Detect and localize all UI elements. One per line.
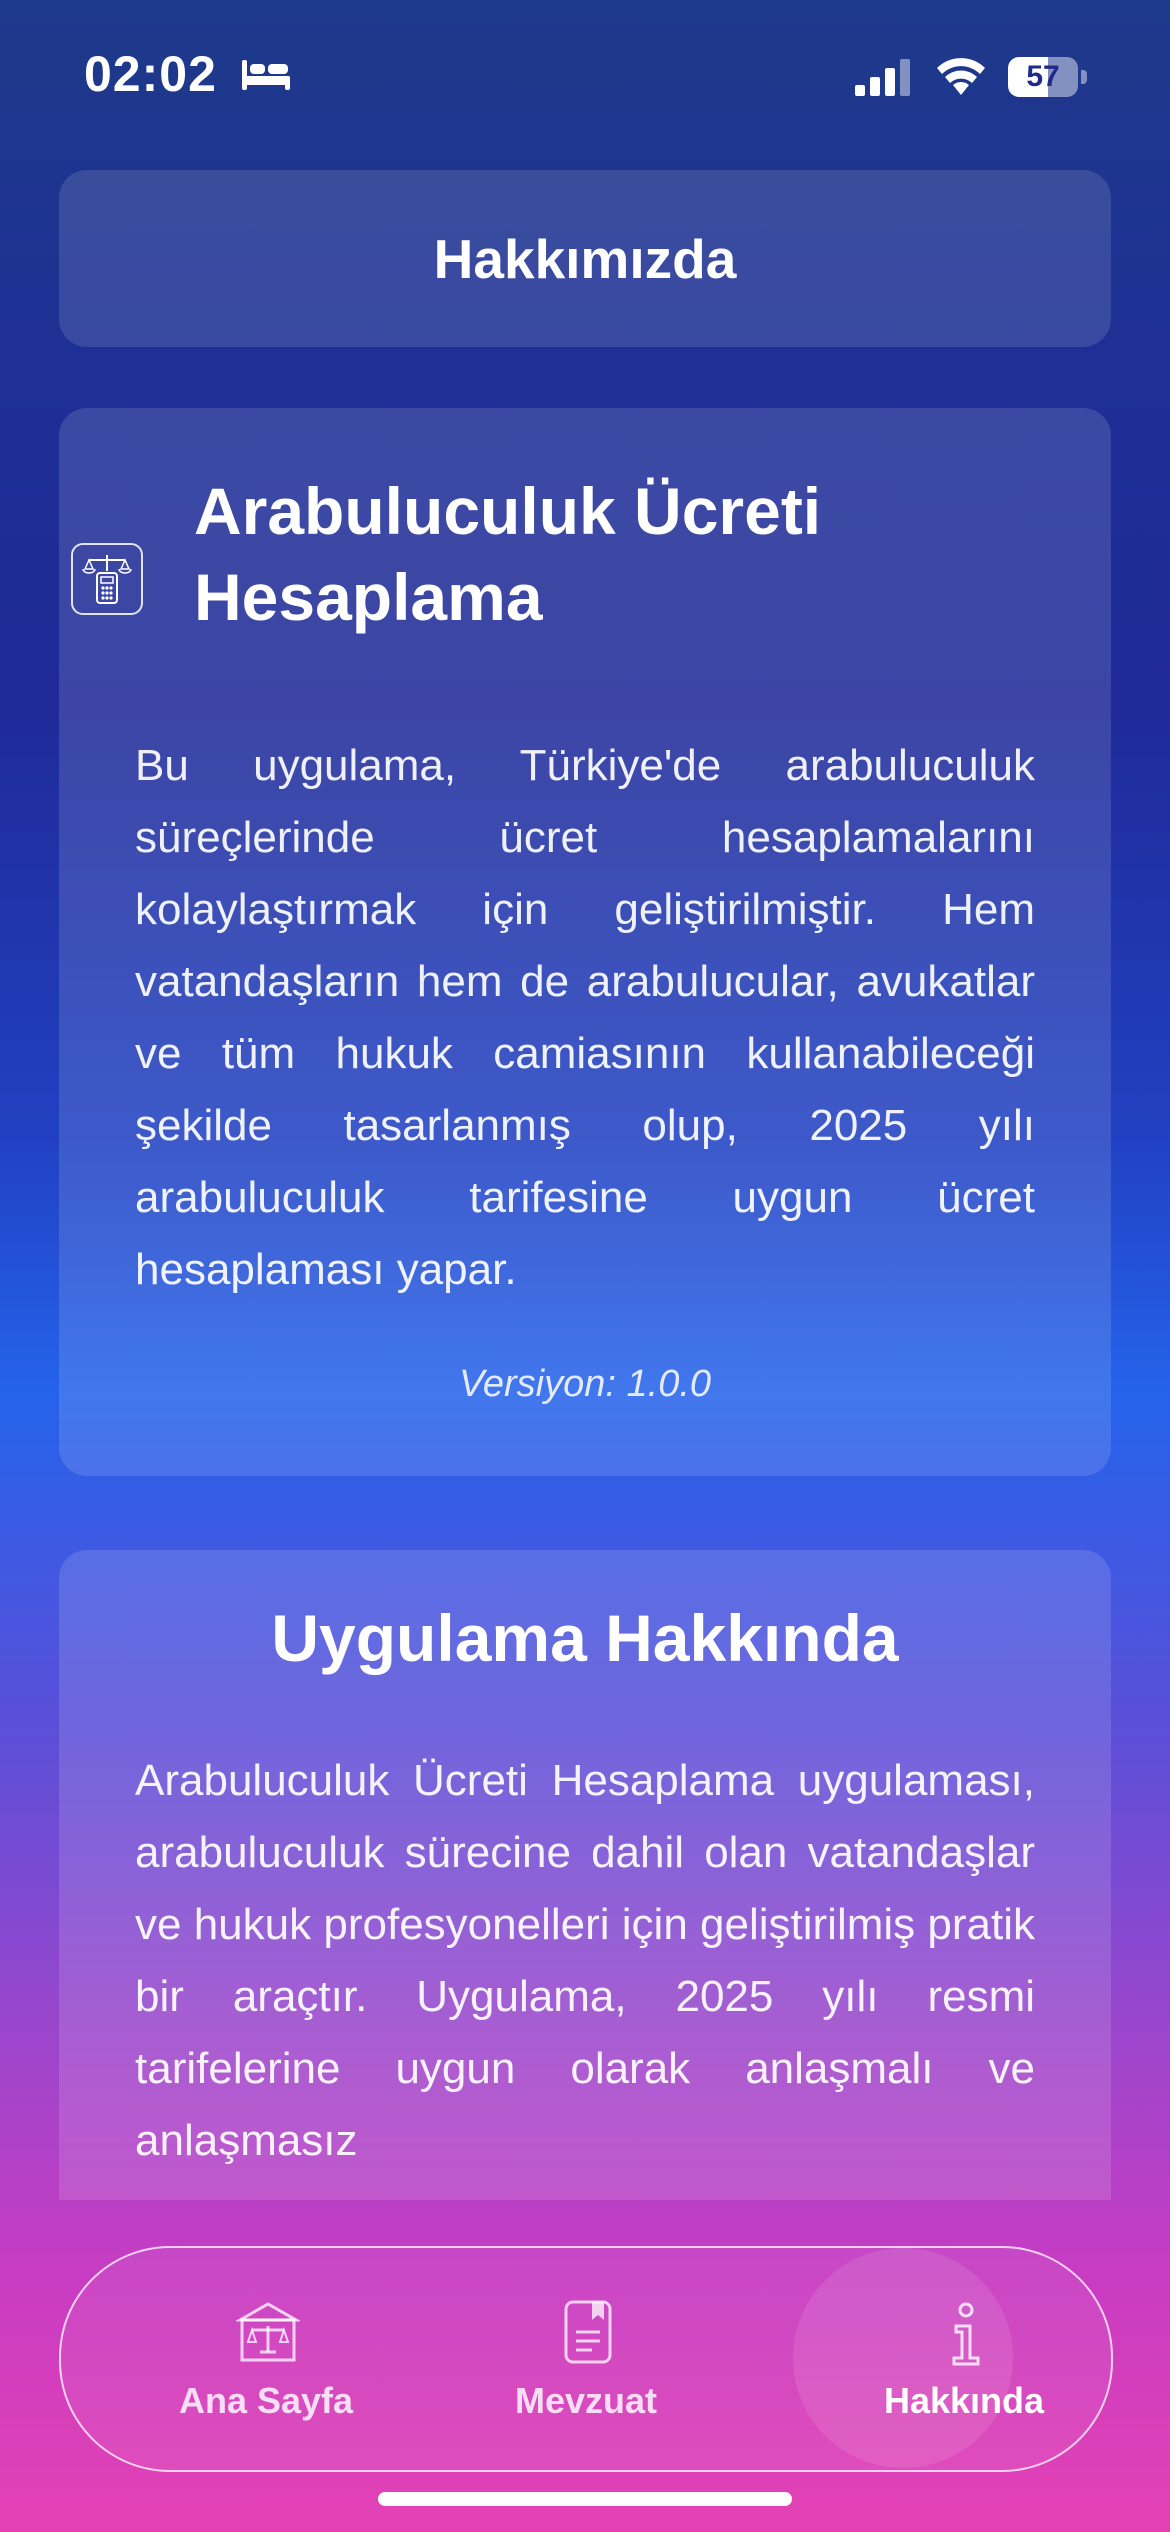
tab-hakkinda[interactable]: Hakkında: [839, 2248, 1089, 2470]
wifi-icon: [937, 58, 985, 95]
status-bar: 02:02 57: [0, 0, 1170, 150]
info-icon: [952, 2302, 980, 2366]
app-description: Bu uygulama, Türkiye'de arabuluculuk sür…: [135, 741, 1035, 1294]
scale-calculator-icon: [71, 543, 143, 615]
battery-level: 57: [1026, 60, 1060, 93]
home-indicator[interactable]: [378, 2492, 792, 2506]
cellular-signal-icon: [855, 59, 910, 96]
tab-mevzuat[interactable]: Mevzuat: [461, 2248, 711, 2470]
about-description: Arabuluculuk Ücreti Hesaplama uygulaması…: [135, 1756, 1035, 2165]
about-card-title: Uygulama Hakkında: [271, 1601, 899, 1675]
page-title: Hakkımızda: [433, 227, 737, 290]
status-time: 02:02: [84, 46, 217, 102]
tab-label-mevzuat: Mevzuat: [514, 2380, 658, 2421]
battery-icon: 57: [1008, 57, 1088, 97]
tab-label-hakkinda: Hakkında: [883, 2380, 1045, 2421]
about-app-card: Uygulama Hakkında Arabuluculuk Ücreti He…: [59, 1550, 1111, 2200]
tab-ana-sayfa[interactable]: Ana Sayfa: [141, 2248, 391, 2470]
bottom-tab-bar: Ana Sayfa Mevzuat Hakkında: [59, 2246, 1113, 2472]
document-icon: [564, 2300, 612, 2364]
app-title: Arabuluculuk Ücreti Hesaplama: [194, 474, 822, 634]
app-info-card: Arabuluculuk Ücreti Hesaplama Bu uygulam…: [59, 408, 1111, 1476]
courthouse-scale-icon: [236, 2302, 300, 2362]
tab-label-ana-sayfa: Ana Sayfa: [178, 2380, 354, 2421]
page-header: Hakkımızda: [59, 170, 1111, 347]
version-label: Versiyon: 1.0.0: [458, 1363, 712, 1405]
bed-icon: [242, 60, 290, 90]
